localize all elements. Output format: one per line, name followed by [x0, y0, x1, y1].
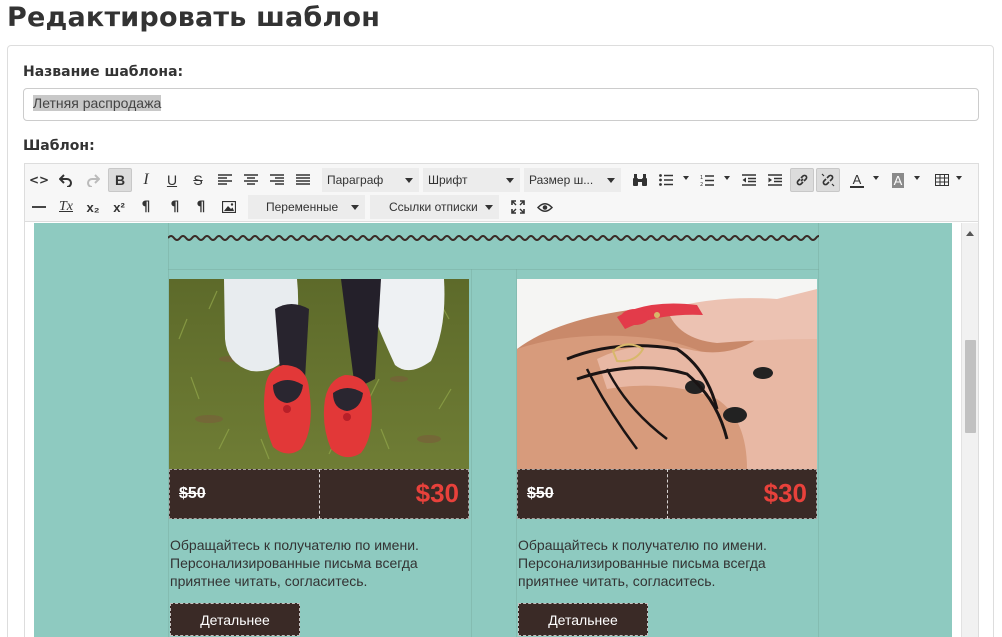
chevron-down-icon [506, 178, 514, 183]
chevron-down-icon [351, 205, 359, 210]
clear-format-icon[interactable]: Tx [54, 195, 78, 219]
paragraph-format-label: Параграф [327, 173, 384, 187]
chevron-down-icon [485, 205, 493, 210]
price-bar: $50 $30 [169, 469, 469, 519]
layout-guide [168, 269, 819, 270]
old-price: $50 [527, 485, 554, 502]
align-right-icon[interactable] [265, 168, 289, 192]
unsubscribe-links-label: Ссылки отписки [389, 200, 478, 214]
font-family-label: Шрифт [428, 173, 468, 187]
subscript-icon[interactable]: x₂ [81, 195, 105, 219]
outdent-icon[interactable] [737, 168, 761, 192]
chevron-down-icon [405, 178, 413, 183]
paragraph-format-dropdown[interactable]: Параграф [322, 168, 419, 192]
align-center-icon[interactable] [239, 168, 263, 192]
chevron-down-icon [607, 178, 615, 183]
insert-link-icon[interactable] [790, 168, 814, 192]
background-color-chevron-icon[interactable] [914, 176, 920, 180]
product-image-shoes [169, 279, 469, 469]
bullet-list-icon[interactable] [654, 168, 678, 192]
font-family-dropdown[interactable]: Шрифт [423, 168, 520, 192]
product-description: Обращайтесь к получателю по имени. Персо… [170, 537, 419, 589]
template-name-input[interactable]: Летняя распродажа [23, 88, 979, 121]
page-title: Редактировать шаблон [7, 2, 381, 33]
undo-icon[interactable] [54, 168, 78, 192]
product-card: $50 $30 Обращайтесь к получателю по имен… [169, 279, 469, 637]
editor-content-area[interactable]: $50 $30 Обращайтесь к получателю по имен… [25, 223, 978, 637]
text-color-button[interactable]: A [845, 168, 869, 192]
bullet-list-chevron-icon[interactable] [683, 176, 689, 180]
preview-eye-icon[interactable] [533, 195, 557, 219]
price-bar: $50 $30 [517, 469, 817, 519]
old-price: $50 [179, 485, 206, 502]
font-size-dropdown[interactable]: Размер ш... [524, 168, 621, 192]
variables-dropdown[interactable]: Переменные [248, 195, 365, 219]
product-card: $50 $30 Обращайтесь к получателю по имен… [517, 279, 817, 637]
horizontal-rule-icon[interactable] [27, 195, 51, 219]
wysiwyg-editor: <> B I U S Параграф Шрифт Размер ш... 1 … [24, 163, 979, 637]
bold-button[interactable]: B [108, 168, 132, 192]
align-justify-icon[interactable] [291, 168, 315, 192]
table-icon[interactable] [930, 168, 954, 192]
text-color-icon: A [852, 171, 862, 187]
editor-toolbar: <> B I U S Параграф Шрифт Размер ш... 1 … [25, 164, 978, 222]
source-code-icon[interactable]: <> [27, 168, 51, 192]
svg-text:2: 2 [700, 182, 703, 187]
strikethrough-button[interactable]: S [186, 168, 210, 192]
template-form-panel: Название шаблона: Летняя распродажа Шабл… [7, 45, 994, 637]
remove-link-icon[interactable] [816, 168, 840, 192]
email-canvas: $50 $30 Обращайтесь к получателю по имен… [34, 223, 952, 637]
new-price: $30 [415, 478, 459, 508]
indent-icon[interactable] [763, 168, 787, 192]
numbered-list-chevron-icon[interactable] [724, 176, 730, 180]
numbered-list-icon[interactable]: 12 [695, 168, 719, 192]
editor-scrollbar[interactable] [961, 223, 978, 637]
svg-text:1: 1 [700, 175, 703, 181]
paragraph-marks-icon[interactable]: ¶ [134, 195, 158, 219]
font-size-label: Размер ш... [529, 173, 594, 187]
unsubscribe-links-dropdown[interactable]: Ссылки отписки [370, 195, 499, 219]
product-image-bracelet [517, 279, 817, 469]
layout-guide [471, 269, 472, 637]
background-color-button[interactable]: A [886, 168, 910, 192]
wavy-divider [168, 235, 819, 241]
rtl-direction-icon[interactable]: ¶ [189, 195, 213, 219]
italic-button[interactable]: I [134, 168, 158, 192]
layout-guide [818, 223, 819, 637]
template-name-label: Название шаблона: [23, 64, 184, 80]
fullscreen-icon[interactable] [506, 195, 530, 219]
find-binoculars-icon[interactable] [628, 168, 652, 192]
background-color-icon: A [891, 172, 905, 188]
new-price: $30 [763, 478, 807, 508]
variables-label: Переменные [266, 200, 339, 214]
scroll-thumb[interactable] [965, 340, 976, 433]
table-chevron-icon[interactable] [956, 176, 962, 180]
underline-button[interactable]: U [160, 168, 184, 192]
template-name-value: Летняя распродажа [33, 95, 162, 111]
redo-icon[interactable] [81, 168, 105, 192]
insert-image-icon[interactable] [217, 195, 241, 219]
text-color-swatch [850, 185, 864, 188]
template-body-label: Шаблон: [23, 138, 95, 154]
scroll-up-arrow-icon[interactable] [966, 231, 974, 236]
details-button[interactable]: Детальнее [170, 603, 300, 636]
details-button[interactable]: Детальнее [518, 603, 648, 636]
align-left-icon[interactable] [213, 168, 237, 192]
text-color-chevron-icon[interactable] [873, 176, 879, 180]
product-description: Обращайтесь к получателю по имени. Персо… [518, 537, 767, 589]
superscript-icon[interactable]: x² [107, 195, 131, 219]
ltr-direction-icon[interactable]: ¶ [163, 195, 187, 219]
